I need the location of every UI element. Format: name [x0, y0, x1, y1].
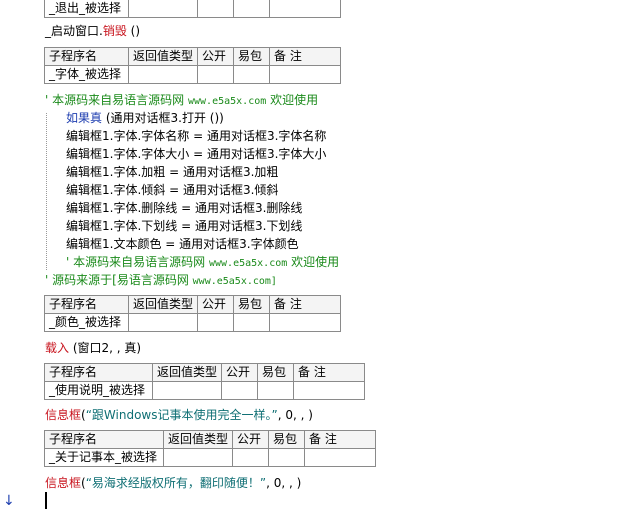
comment-line-2[interactable]: ' 本源码来自易语言源码网 www.e5a5x.com 欢迎使用 [66, 253, 339, 270]
arrow-down-icon: ↓ [3, 493, 15, 509]
if-line[interactable]: 如果真 (通用对话框3.打开 ()) [66, 109, 224, 126]
block-guide-line [46, 113, 47, 270]
sub-name-help[interactable]: _使用说明_被选择 [44, 381, 153, 400]
code-line-msgbox-1[interactable]: 信息框(“跟Windows记事本使用完全一样。”, 0, , ) [45, 406, 313, 423]
code-line-destroy[interactable]: _启动窗口.销毁 () [45, 22, 140, 39]
sub-name-font[interactable]: _字体_被选择 [44, 65, 129, 84]
sub-name-about[interactable]: _关于记事本_被选择 [44, 448, 164, 467]
code-line-assign[interactable]: 编辑框1.字体.删除线 = 通用对话框3.删除线 [66, 199, 302, 216]
comment-line-3[interactable]: ' 源码来源于[易语言源码网 www.e5a5x.com] [45, 271, 277, 288]
code-line-load[interactable]: 载入 (窗口2, , 真) [45, 339, 141, 356]
sub-table-help: 子程序名 返回值类型 公开 易包 备 注 _使用说明_被选择 [44, 363, 365, 400]
sub-table-color: 子程序名 返回值类型 公开 易包 备 注 _颜色_被选择 [44, 295, 341, 332]
text-cursor [45, 492, 47, 509]
sub-name-exit[interactable]: _退出_被选择 [44, 0, 129, 18]
code-line-msgbox-2[interactable]: 信息框(“易海求经版权所有，翻印随便！”, 0, , ) [45, 474, 301, 491]
code-line-assign[interactable]: 编辑框1.字体.字体大小 = 通用对话框3.字体大小 [66, 145, 326, 162]
sub-table-exit: _退出_被选择 [44, 0, 341, 18]
code-line-assign[interactable]: 编辑框1.文本颜色 = 通用对话框3.字体颜色 [66, 235, 299, 252]
sub-table-font: 子程序名 返回值类型 公开 易包 备 注 _字体_被选择 [44, 47, 341, 84]
code-line-assign[interactable]: 编辑框1.字体.下划线 = 通用对话框3.下划线 [66, 217, 302, 234]
comment-line-1[interactable]: ' 本源码来自易语言源码网 www.e5a5x.com 欢迎使用 [45, 91, 318, 108]
code-line-assign[interactable]: 编辑框1.字体.字体名称 = 通用对话框3.字体名称 [66, 127, 326, 144]
sub-name-color[interactable]: _颜色_被选择 [44, 313, 129, 332]
code-line-assign[interactable]: 编辑框1.字体.加粗 = 通用对话框3.加粗 [66, 163, 278, 180]
sub-table-about: 子程序名 返回值类型 公开 易包 备 注 _关于记事本_被选择 [44, 430, 376, 467]
code-line-assign[interactable]: 编辑框1.字体.倾斜 = 通用对话框3.倾斜 [66, 181, 278, 198]
